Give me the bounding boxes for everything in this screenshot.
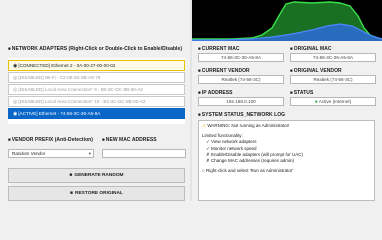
original-mac-label: ■ORIGINAL MAC — [290, 46, 332, 52]
status-active-icon: ● — [314, 99, 318, 105]
adapter-item-local-area-9[interactable]: ◎[DISABLED] Local Area Connection* 9 - B… — [8, 84, 185, 95]
original-vendor-label: ■ORIGINAL VENDOR — [290, 68, 342, 74]
chevron-down-icon: ▾ — [88, 151, 91, 156]
ip-address-label: ■IP ADDRESS — [198, 90, 233, 96]
vendor-prefix-header: ■VENDOR PREFIX (Anti-Detection) — [8, 137, 94, 143]
square-bullet-icon: ■ — [69, 173, 73, 178]
vendor-prefix-select[interactable]: Random Vendor ▾ — [8, 149, 94, 158]
square-bullet-icon: ■ — [290, 46, 293, 51]
connected-dot-icon: ◉ — [13, 63, 18, 69]
adapter-item-wifi[interactable]: ◎[DISABLED] Wi-Fi - C2-0E-82-3B-A8-76 — [8, 72, 185, 83]
current-vendor-label: ■CURRENT VENDOR — [198, 68, 250, 74]
status-field: ●Active (Internet) — [290, 97, 376, 106]
current-mac-field: 74-56-3C-36-A5-8A — [198, 53, 284, 62]
current-vendor-field: Realtek (74-56-3C) — [198, 75, 284, 84]
square-bullet-icon: ■ — [198, 112, 201, 117]
disabled-dot-icon: ◎ — [13, 99, 18, 105]
square-bullet-icon: ■ — [198, 90, 201, 95]
disabled-dot-icon: ◎ — [13, 75, 18, 81]
square-bullet-icon: ■ — [8, 137, 11, 142]
adapters-header: ■NETWORK ADAPTERS (Right-Click or Double… — [8, 46, 183, 52]
status-label: ■STATUS — [290, 90, 314, 96]
log-line: ○ Right-click and select 'Run as Adminis… — [202, 168, 294, 174]
bulb-icon: ○ — [202, 168, 205, 174]
original-mac-field: 74-56-3C-36-A5-8A — [290, 53, 376, 62]
disabled-dot-icon: ◎ — [13, 87, 18, 93]
square-bullet-icon: ■ — [102, 137, 105, 142]
log-header: ■SYSTEM STATUS_NETWORK LOG — [198, 112, 286, 118]
adapter-item-ethernet[interactable]: ◉[ACTIVE] Ethernet - 74-56-3C-36-A5-8A — [8, 108, 185, 119]
current-mac-label: ■CURRENT MAC — [198, 46, 240, 52]
square-bullet-icon: ■ — [290, 68, 293, 73]
warning-icon: ⚠ — [202, 123, 207, 128]
generate-random-button[interactable]: ■ GENERATE RANDOM — [8, 168, 185, 183]
network-speed-graph — [192, 0, 382, 41]
square-bullet-icon: ■ — [290, 90, 293, 95]
new-mac-header: ■NEW MAC ADDRESS — [102, 137, 157, 143]
adapter-list[interactable]: ◉[CONNECTED] Ethernet 2 - 0A-00-27-00-00… — [8, 58, 185, 124]
active-dot-icon: ◉ — [13, 111, 18, 117]
square-bullet-icon: ■ — [8, 46, 11, 51]
network-log[interactable]: ⚠ WARNING: Not running as Administrator!… — [198, 120, 375, 201]
ip-address-field: 192.168.0.100 — [198, 97, 284, 106]
square-bullet-icon: ■ — [198, 68, 201, 73]
square-bullet-icon: ■ — [198, 46, 201, 51]
adapter-item-ethernet-2[interactable]: ◉[CONNECTED] Ethernet 2 - 0A-00-27-00-00… — [8, 60, 185, 71]
restore-original-button[interactable]: ■ RESTORE ORIGINAL — [8, 186, 185, 201]
adapter-item-local-area-10[interactable]: ◎[DISABLED] Local Area Connection* 10 - … — [8, 96, 185, 107]
new-mac-input[interactable] — [102, 149, 186, 158]
vendor-prefix-selected: Random Vendor — [12, 151, 46, 156]
original-vendor-field: Realtek (74-56-3C) — [290, 75, 376, 84]
square-bullet-icon: ■ — [70, 191, 73, 196]
